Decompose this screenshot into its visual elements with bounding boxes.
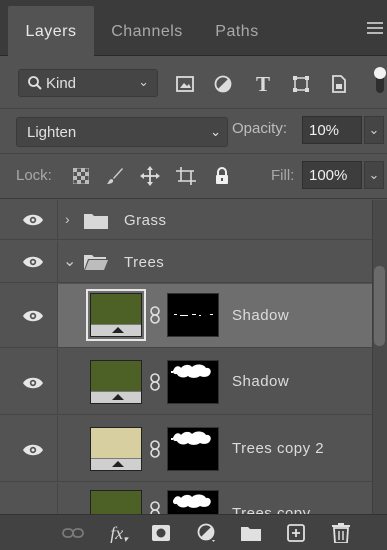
layer-thumbnail[interactable]	[90, 427, 142, 471]
link-chain-icon[interactable]	[149, 306, 161, 324]
layer-filter-row: Kind ⌄ T	[0, 57, 387, 109]
layer-name: Shadow	[232, 373, 290, 390]
layer-thumbnail[interactable]	[90, 360, 142, 404]
folder-open-icon	[84, 255, 108, 270]
layer-name: Trees copy	[232, 505, 311, 514]
blend-mode-select[interactable]: Lighten ⌄	[16, 117, 228, 147]
panel-menu-icon[interactable]	[367, 22, 383, 36]
new-group-icon[interactable]	[240, 523, 262, 543]
pixel-filter-icon[interactable]	[174, 73, 196, 95]
tab-channels[interactable]: Channels	[98, 8, 196, 56]
filter-kind-label: Kind	[46, 74, 77, 92]
shape-filter-icon[interactable]	[290, 73, 312, 95]
add-mask-icon[interactable]	[150, 523, 172, 543]
tab-layers[interactable]: Layers	[8, 6, 94, 57]
opacity-label: Opacity:	[232, 120, 288, 137]
layer-mask-thumbnail[interactable]	[167, 360, 219, 404]
lock-all-icon[interactable]	[211, 165, 233, 187]
layer-row-selected[interactable]: Shadow	[0, 284, 372, 348]
layer-name: Trees	[124, 254, 165, 271]
layers-list: › Grass ⌄ Trees Shadow Shadow Trees copy…	[0, 200, 372, 514]
chevron-down-icon: ⌄	[368, 122, 380, 137]
layer-group-grass[interactable]: › Grass	[0, 200, 372, 240]
tab-paths[interactable]: Paths	[200, 8, 274, 56]
lock-label: Lock:	[16, 167, 52, 184]
new-layer-icon[interactable]	[285, 523, 307, 543]
layer-row[interactable]: Shadow	[0, 349, 372, 415]
lock-artboard-icon[interactable]	[175, 165, 197, 187]
layer-name: Shadow	[232, 307, 290, 324]
chevron-down-icon[interactable]: ⌄	[63, 251, 76, 271]
layer-name: Trees copy 2	[232, 440, 325, 457]
layers-scrollbar-track[interactable]	[372, 200, 387, 514]
adjustment-filter-icon[interactable]	[212, 73, 234, 95]
layers-scrollbar-thumb[interactable]	[374, 266, 385, 346]
eye-icon[interactable]	[22, 309, 44, 323]
eye-icon[interactable]	[22, 255, 44, 269]
layer-group-trees[interactable]: ⌄ Trees	[0, 241, 372, 283]
fx-icon[interactable]: fx ▾	[108, 522, 130, 544]
layer-mask-thumbnail[interactable]	[167, 293, 219, 337]
fx-dropdown-marker: ▾	[123, 533, 128, 544]
eye-icon[interactable]	[22, 443, 44, 457]
filter-kind-select[interactable]: Kind ⌄	[18, 69, 158, 97]
layer-name: Grass	[124, 212, 167, 229]
panel-tab-bar: Layers Channels Paths	[0, 0, 387, 57]
eye-icon[interactable]	[22, 213, 44, 227]
delete-layer-icon[interactable]	[330, 523, 352, 543]
fill-input[interactable]: 100%	[302, 161, 362, 189]
eye-icon[interactable]	[22, 376, 44, 390]
chevron-down-icon: ⌄	[210, 124, 221, 139]
type-filter-icon[interactable]: T	[252, 72, 274, 96]
layer-row[interactable]: Trees copy 2	[0, 416, 372, 482]
opacity-input[interactable]: 10%	[302, 116, 362, 144]
lock-move-icon[interactable]	[139, 165, 161, 187]
fill-dropdown-button[interactable]: ⌄	[364, 161, 384, 189]
visibility-column	[0, 483, 58, 514]
layer-thumbnail[interactable]	[90, 490, 142, 514]
fill-label: Fill:	[271, 167, 295, 184]
folder-icon	[84, 214, 108, 229]
link-layers-icon[interactable]	[62, 523, 84, 543]
chevron-down-icon: ⌄	[368, 167, 380, 182]
layer-row[interactable]: Trees copy	[0, 483, 372, 514]
lock-paint-icon[interactable]	[104, 165, 126, 187]
opacity-dropdown-button[interactable]: ⌄	[364, 116, 384, 144]
link-chain-icon[interactable]	[149, 440, 161, 458]
smart-object-filter-icon[interactable]	[328, 73, 350, 95]
link-chain-icon[interactable]	[149, 373, 161, 391]
chevron-right-icon[interactable]: ›	[65, 211, 70, 227]
layer-thumbnail[interactable]	[86, 289, 146, 341]
chevron-down-icon: ⌄	[138, 74, 149, 89]
layer-mask-thumbnail[interactable]	[167, 427, 219, 471]
lock-transparent-icon[interactable]	[70, 165, 92, 187]
search-icon	[28, 76, 42, 90]
layer-mask-thumbnail[interactable]	[167, 490, 219, 514]
link-chain-icon[interactable]	[149, 501, 161, 514]
blend-mode-value: Lighten	[27, 124, 77, 141]
layers-bottom-toolbar: fx ▾	[0, 514, 387, 550]
filter-toggle-icon[interactable]	[368, 67, 387, 93]
fx-label: fx	[110, 522, 124, 543]
adjustment-layer-icon[interactable]	[196, 523, 218, 543]
